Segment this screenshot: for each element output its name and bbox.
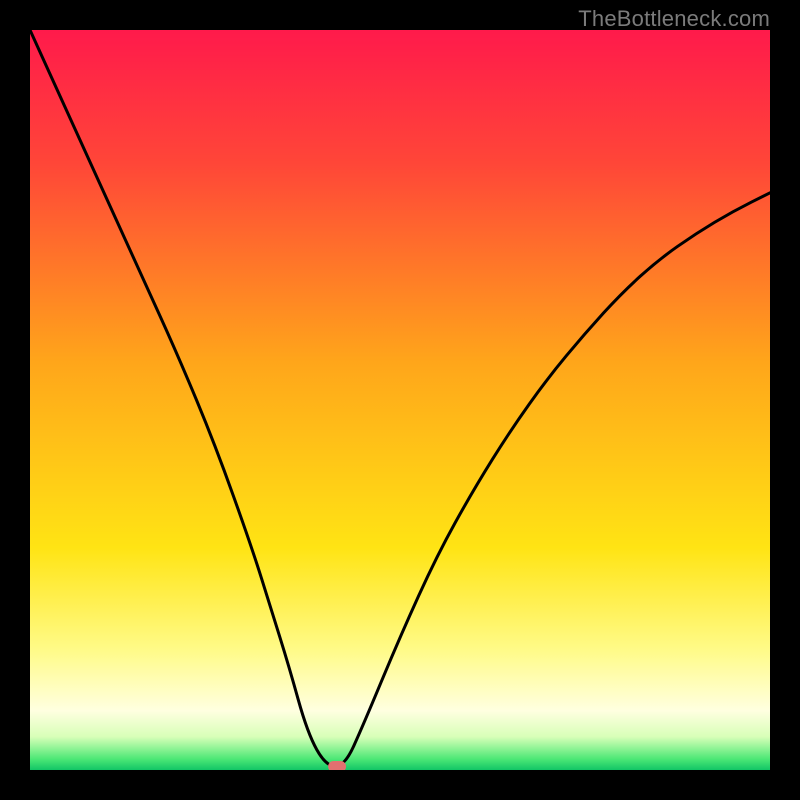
plot-area (30, 30, 770, 770)
bottleneck-chart (30, 30, 770, 770)
gradient-background (30, 30, 770, 770)
optimal-point-marker (328, 761, 346, 770)
chart-frame: TheBottleneck.com (0, 0, 800, 800)
attribution-text: TheBottleneck.com (578, 6, 770, 32)
